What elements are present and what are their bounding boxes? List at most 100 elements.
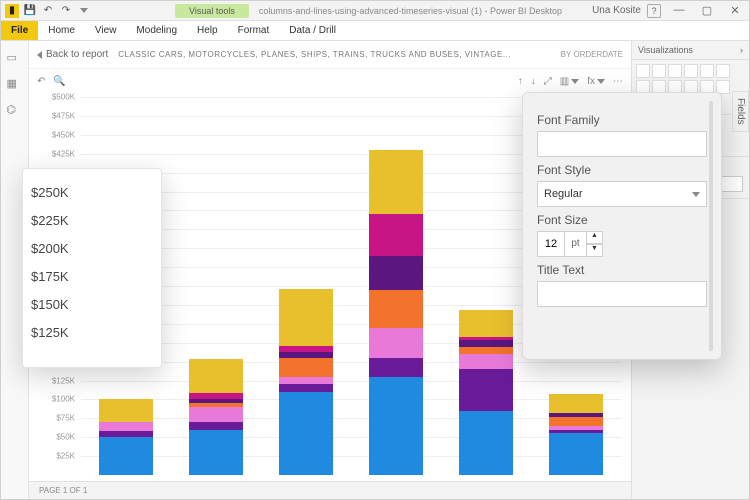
bar-segment-classiccars[interactable] — [279, 392, 333, 475]
menu-datadrill[interactable]: Data / Drill — [279, 21, 346, 40]
help-icon[interactable]: ? — [647, 4, 661, 18]
bar-segment-ships[interactable] — [279, 358, 333, 377]
menu-help[interactable]: Help — [187, 21, 228, 40]
axis-popover-tick: $200K — [31, 235, 153, 263]
bar-segment-ships[interactable] — [549, 417, 603, 426]
font-size-label: Font Size — [537, 213, 707, 227]
window-controls: — ▢ ✕ — [665, 4, 749, 17]
chart-type-dropdown[interactable]: ▥ — [560, 76, 579, 87]
bar-segment-classiccars[interactable] — [189, 430, 243, 475]
visual-toolbar: ↶ 🔍 ↑ ↓ ⤢ ▥ fx ⋯ — [29, 69, 631, 93]
bar-segment-planes[interactable] — [369, 328, 423, 358]
y-tick: $450K — [52, 130, 75, 139]
bar-segment-vintage[interactable] — [189, 359, 243, 393]
bar-segment-classiccars[interactable] — [99, 437, 153, 475]
visualizations-header[interactable]: Visualizations› — [632, 41, 749, 60]
bar-segment-classiccars[interactable] — [369, 377, 423, 475]
axis-popover-tick: $125K — [31, 319, 153, 347]
stepper-down-icon[interactable]: ▼ — [587, 244, 603, 257]
quick-access-toolbar: ▮ 💾 ↶ ↷ — [1, 4, 95, 18]
drill-down-icon[interactable]: ↓ — [531, 76, 536, 87]
axis-zoom-popover: $250K$225K$200K$175K$150K$125K — [22, 168, 162, 368]
fx-dropdown[interactable]: fx — [587, 76, 605, 87]
bar-segment-trains[interactable] — [369, 256, 423, 290]
bar-segment-planes[interactable] — [279, 377, 333, 385]
report-view-icon[interactable]: ▭ — [7, 51, 23, 67]
menu-file[interactable]: File — [1, 21, 38, 40]
popover-scrollbar[interactable] — [709, 101, 713, 351]
bar-segment-motorcycles[interactable] — [189, 422, 243, 430]
bar-segment-vintage[interactable] — [369, 150, 423, 214]
title-text-label: Title Text — [537, 263, 707, 277]
bar-segment-vintage[interactable] — [99, 399, 153, 422]
save-icon[interactable]: 💾 — [23, 4, 37, 18]
visual-tools-pill: Visual tools — [175, 4, 249, 18]
y-tick: $425K — [52, 149, 75, 158]
font-size-input[interactable] — [537, 231, 565, 257]
menubar: File Home View Modeling Help Format Data… — [1, 21, 749, 41]
bar-segment-vintage[interactable] — [459, 310, 513, 336]
bar-segment-classiccars[interactable] — [459, 411, 513, 475]
chevron-down-icon — [692, 192, 700, 197]
bar-segment-vintage[interactable] — [549, 394, 603, 413]
close-button[interactable]: ✕ — [721, 4, 749, 17]
redo-icon[interactable]: ↷ — [59, 4, 73, 18]
bar-segment-classiccars[interactable] — [549, 433, 603, 475]
more-icon[interactable]: ⋯ — [613, 76, 623, 87]
visual-title: CLASSIC CARS, MOTORCYCLES, PLANES, SHIPS… — [118, 50, 511, 59]
font-size-stepper[interactable]: pt ▲▼ — [537, 231, 609, 257]
menu-modeling[interactable]: Modeling — [126, 21, 187, 40]
bar-segment-trucks[interactable] — [369, 214, 423, 256]
expand-icon[interactable]: ⤢ — [544, 76, 552, 87]
font-family-label: Font Family — [537, 113, 707, 127]
font-family-input[interactable] — [537, 131, 707, 157]
back-to-report[interactable]: Back to report — [37, 49, 108, 60]
bar-group[interactable]: Dec — [441, 97, 531, 475]
bar-segment-planes[interactable] — [99, 422, 153, 431]
minimize-button[interactable]: — — [665, 4, 693, 17]
font-style-label: Font Style — [537, 163, 707, 177]
stepper-up-icon[interactable]: ▲ — [587, 231, 603, 244]
bar-segment-ships[interactable] — [369, 290, 423, 328]
undo-icon[interactable]: ↶ — [41, 4, 55, 18]
drill-up-icon[interactable]: ↑ — [518, 76, 523, 87]
y-tick: $100K — [52, 395, 75, 404]
bar-segment-motorcycles[interactable] — [279, 384, 333, 392]
bar-group[interactable]: Oct2017 — [261, 97, 351, 475]
bar-segment-planes[interactable] — [459, 354, 513, 369]
bar-segment-planes[interactable] — [189, 407, 243, 422]
menu-format[interactable]: Format — [228, 21, 280, 40]
user-name[interactable]: Una Kosite — [592, 5, 641, 16]
y-tick: $475K — [52, 111, 75, 120]
y-tick: $50K — [56, 433, 75, 442]
axis-popover-tick: $150K — [31, 291, 153, 319]
status-bar: PAGE 1 OF 1 — [29, 481, 631, 499]
bar-group[interactable]: Sep — [171, 97, 261, 475]
y-tick: $500K — [52, 93, 75, 102]
bar-segment-motorcycles[interactable] — [459, 369, 513, 411]
model-view-icon[interactable]: ⌬ — [7, 103, 23, 119]
font-style-select[interactable]: Regular — [537, 181, 707, 207]
visual-by: BY ORDERDATE — [561, 50, 623, 59]
bar-segment-ships[interactable] — [459, 347, 513, 355]
fields-tab[interactable]: Fields — [732, 91, 749, 132]
visual-header: Back to report CLASSIC CARS, MOTORCYCLES… — [29, 41, 631, 69]
titlebar: ▮ 💾 ↶ ↷ Visual tools columns-and-lines-u… — [1, 1, 749, 21]
app-icon: ▮ — [5, 4, 19, 18]
axis-popover-tick: $250K — [31, 179, 153, 207]
title-text-input[interactable] — [537, 281, 707, 307]
format-popover: Font Family Font Style Regular Font Size… — [522, 92, 722, 360]
maximize-button[interactable]: ▢ — [693, 4, 721, 17]
font-size-unit: pt — [565, 231, 587, 257]
search-icon[interactable]: 🔍 — [53, 76, 65, 87]
bar-segment-motorcycles[interactable] — [369, 358, 423, 377]
bar-segment-vintage[interactable] — [279, 289, 333, 346]
y-tick: $75K — [56, 414, 75, 423]
undo-tool-icon[interactable]: ↶ — [37, 76, 45, 87]
menu-view[interactable]: View — [85, 21, 127, 40]
menu-home[interactable]: Home — [38, 21, 85, 40]
bar-group[interactable]: Nov — [351, 97, 441, 475]
qat-more-icon[interactable] — [77, 4, 91, 18]
y-tick: $125K — [52, 376, 75, 385]
data-view-icon[interactable]: ▦ — [7, 77, 23, 93]
